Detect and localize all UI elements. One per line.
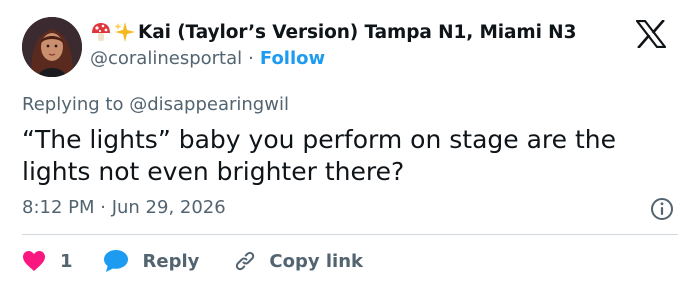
speech-bubble-icon	[103, 250, 128, 272]
like-count: 1	[60, 250, 73, 272]
divider	[22, 234, 678, 235]
replying-to[interactable]: Replying to @disappearingwil	[22, 94, 289, 115]
info-icon[interactable]	[650, 197, 674, 221]
author-name-row[interactable]: Kai (Taylor’s Version) Tampa N1, Miami N…	[90, 21, 576, 43]
action-bar: 1 Reply Copy link	[22, 247, 363, 275]
tweet-text: “The lights” baby you perform on stage a…	[22, 125, 617, 186]
like-button[interactable]: 1	[22, 250, 73, 272]
author-display-name: Kai (Taylor’s Version) Tampa N1, Miami N…	[138, 21, 577, 43]
x-logo-icon[interactable]	[636, 20, 666, 48]
mushroom-icon	[92, 23, 110, 41]
author-handle[interactable]: @coralinesportal	[90, 48, 242, 69]
tweet-timestamp[interactable]: 8:12 PM · Jun 29, 2026	[22, 197, 226, 218]
follow-button[interactable]: Follow	[260, 48, 325, 69]
heart-icon	[23, 251, 45, 271]
reply-label: Reply	[142, 250, 200, 272]
separator-dot: ·	[248, 48, 254, 69]
avatar-image	[22, 17, 82, 77]
author-handle-row: @coralinesportal · Follow	[90, 48, 325, 69]
sparkles-icon	[114, 22, 135, 42]
reply-button[interactable]: Reply	[103, 249, 200, 273]
link-icon	[236, 251, 255, 271]
copy-link-label: Copy link	[269, 250, 363, 272]
avatar[interactable]	[22, 17, 82, 77]
copy-link-button[interactable]: Copy link	[233, 249, 363, 273]
